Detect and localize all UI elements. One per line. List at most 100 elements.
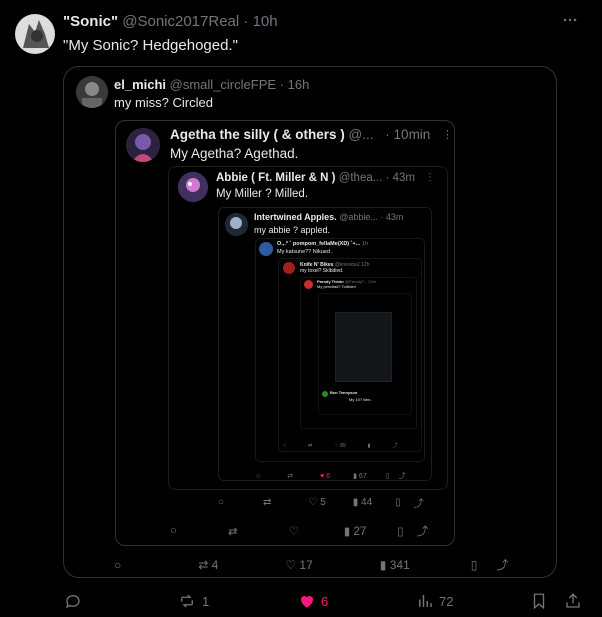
quote3-name[interactable]: Abbie ( Ft. Miller & N ) [216,172,335,184]
quote3-sep: · [385,172,390,184]
avatar-intertwined [225,213,248,236]
views-icon[interactable]: ▮ 44 [353,497,372,508]
quote2-handle[interactable]: @... [349,127,374,142]
quote2-views: 27 [353,526,367,538]
retweet-count: 1 [202,593,210,609]
tweet-time[interactable]: 10h [253,13,278,30]
quote4-name[interactable]: Intertwined Apples. [254,212,337,222]
quote5-actions: ○ ⇄ ♥ 6 ▮ 67 ▯ ⤴ [256,471,406,481]
reply-icon[interactable]: ○ [218,497,224,508]
share-icon[interactable]: ⤴ [392,442,397,449]
quote1-handle[interactable]: @small_circleFPE [170,77,276,92]
author-name[interactable]: "Sonic" [63,13,118,30]
reply-icon[interactable]: ○ [170,525,177,537]
share-icon[interactable]: ⤴ [414,495,424,510]
like-icon[interactable]: ♡ 17 [285,558,312,572]
like-icon[interactable]: ♡ 89 [334,443,345,449]
quote2-sep: · [385,127,390,142]
quote1-sep: · [279,77,285,92]
quote1-name[interactable]: el_michi [114,77,166,92]
avatar-parody [304,280,313,289]
quote1-time[interactable]: 16h [288,77,310,92]
bookmark-button[interactable] [531,592,547,615]
quote6-like-count: 89 [340,442,346,449]
share-icon[interactable]: ⤴ [399,471,406,481]
like-icon[interactable]: ♡ [289,524,299,538]
quote1-actions: ○ ⇄ 4 ♡ 17 ▮ 341 ▯ ⤴ [114,556,508,573]
avatar-sonic[interactable] [15,14,55,54]
like-icon[interactable]: ♡ 5 [308,497,325,508]
retweet-icon[interactable]: ⇄ [228,524,238,538]
quote6-actions: ○ ⇄ ♡ 89 ▮ ⤴ [283,442,397,450]
quote6-views: 67 [358,473,367,480]
author-handle[interactable]: @Sonic2017Real [122,13,239,30]
bookmark-icon[interactable]: ▯ [471,558,478,572]
quote2-name[interactable]: Agetha the silly ( & others ) [170,127,345,142]
like-button[interactable]: 6 [298,592,328,610]
quote6-time[interactable]: 12h [361,262,369,268]
separator: · [243,13,249,30]
bookmark-icon[interactable]: ▯ [386,472,390,480]
retweet-icon[interactable]: ⇄ 4 [198,558,218,572]
reply-icon[interactable]: ○ [283,443,286,449]
quote4-sep: · [380,212,384,222]
retweet-icon[interactable]: ⇄ [263,497,271,508]
bookmark-icon [533,593,545,610]
quote3-views: 44 [361,497,373,508]
views-icon[interactable]: ▮ 27 [344,524,366,538]
quote6-text: my toxel? Skibdied. [300,268,344,274]
reply-button[interactable] [64,592,82,615]
quote5-time[interactable]: 1h [362,241,368,247]
views-icon[interactable]: ▮ 341 [380,558,410,572]
quote1-retweets: 4 [211,557,219,572]
quote7-text: My pencilad? Toilbred [317,284,356,289]
quote6-likes: 6 [326,472,331,480]
quote3-handle[interactable]: @thea... [339,172,383,184]
quote4-time[interactable]: 43m [386,212,404,222]
quote7-time[interactable]: 22m [368,279,376,284]
share-icon[interactable]: ⤴ [417,523,429,539]
quote8-text: My 10? Ben.. [349,397,373,402]
reply-icon[interactable]: ○ [256,473,260,480]
quote1-views: 341 [389,557,410,572]
quote3-more-icon[interactable]: ⋮ [425,172,435,183]
avatar-agetha [126,128,160,162]
reply-icon[interactable]: ○ [114,558,121,572]
retweet-icon [181,594,193,608]
bookmark-icon[interactable]: ▯ [397,524,403,538]
tweet-text: "My Sonic? Hedgehoged." [63,37,238,54]
reply-icon [65,595,80,609]
more-options-icon[interactable]: ··· [563,12,578,29]
views-button[interactable]: 72 [416,592,453,610]
quote3-likes: 5 [320,497,326,508]
avatar-abbie [178,172,208,202]
avatar-ben [322,391,328,397]
quote8-name[interactable]: Ben Tennyson [330,390,357,395]
quote5-text: My katsune?? Nikued . [277,249,333,255]
views-icon[interactable]: ▮ [368,443,371,449]
avatar-el-michi [76,76,108,108]
retweet-icon[interactable]: ⇄ [308,443,312,449]
quote3-text: My Miller ? Milled. [216,188,309,200]
avatar-knife [283,262,295,274]
like-count: 6 [321,593,329,609]
quote2-actions: ○ ⇄ ♡ ▮ 27 ▯ ⤴ [170,523,428,539]
quote4-handle[interactable]: @abbie... [339,212,378,222]
views-count: 72 [439,593,454,609]
views-icon[interactable]: ▮ 67 [353,472,367,480]
retweet-button[interactable]: 1 [177,592,209,610]
quote3-time[interactable]: 43m [393,172,415,184]
retweet-icon[interactable]: ⇄ [287,472,293,480]
bar-chart-icon [419,595,432,607]
like-icon[interactable]: ♥ 6 [320,473,330,480]
bookmark-icon[interactable]: ▯ [395,497,401,508]
share-icon[interactable]: ⤴ [496,556,508,573]
quote1-text: my miss? Circled [114,95,213,110]
quote2-more-icon[interactable]: ⋮ [442,128,453,141]
quote2-text: My Agetha? Agethad. [170,146,299,161]
quote2-time[interactable]: 10min [394,127,431,142]
quote1-likes: 17 [299,557,313,572]
deep-screenshot-image [335,312,392,382]
share-button[interactable] [564,592,582,615]
quote5-name[interactable]: O.,.* ˚ pompom_fellaMe(XD) ˚+... [277,241,360,247]
